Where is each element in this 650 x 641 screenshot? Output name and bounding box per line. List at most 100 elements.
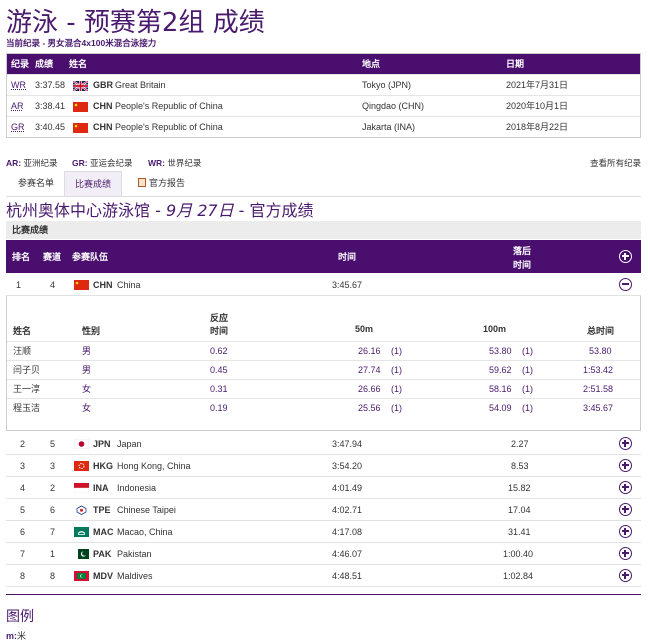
page-subtitle: 当前纪录 - 男女混合4x100米混合泳接力 [6,38,157,48]
result-behind: 31.41 [508,527,531,537]
result-noc: MAC [93,527,114,537]
swimmer-reaction: 0.62 [210,346,228,356]
record-date: 2018年8月22日 [506,122,569,132]
swimmer-reaction: 0.19 [210,403,228,413]
swimmer-name: 程玉洁 [13,403,41,413]
result-row[interactable]: 4 2 INA Indonesia 4:01.49 15.82 [6,477,641,499]
result-time: 4:01.49 [332,483,363,493]
record-code[interactable]: WR [11,75,26,96]
col-time: 时间 [338,252,357,262]
swimmer-total: 53.80 [589,346,612,356]
legend-item-m: m:米 [6,629,26,641]
abbr-wr: WR: 世界纪录 [148,157,201,169]
expand-icon[interactable] [619,481,632,494]
record-row: AR 3:38.41 CHN People's Republic of Chin… [7,95,640,116]
abbr-wr-text: 世界纪录 [167,158,202,168]
expand-icon[interactable] [619,569,632,582]
records-col-time: 成绩 [35,59,54,69]
result-lane: 3 [50,461,56,471]
result-rank: 8 [20,571,26,581]
result-rank: 6 [20,527,26,537]
abbr-wr-code: WR: [148,158,165,168]
venue-name: 杭州奥体中心游泳馆 - [6,201,166,220]
detail-col-100m: 100m [483,324,507,334]
result-time: 3:47.94 [332,439,363,449]
record-row: WR 3:37.58 GBR Great Britain Tokyo (JPN)… [7,74,640,95]
tab-official-report-label: 官方报告 [149,178,186,188]
expand-icon[interactable] [619,437,632,450]
results-bottom-divider [6,594,641,595]
expand-icon[interactable] [619,547,632,560]
swimmer-row: 王一淳 女 0.31 26.66 (1) 58.16 (1) 2:51.58 [7,379,640,398]
detail-col-50m: 50m [355,324,374,334]
record-code[interactable]: GR [11,117,25,138]
result-time: 3:54.20 [332,461,363,471]
records-col-place: 地点 [362,59,381,69]
result-row[interactable]: 3 3 HKG Hong Kong, China 3:54.20 8.53 [6,455,641,477]
result-noc: CHN [93,280,113,290]
abbr-ar-code: AR: [6,158,22,168]
abbr-ar-text: 亚洲纪录 [23,158,58,168]
flag-gbr-icon [72,75,89,96]
records-header: 纪录 成绩 姓名 地点 日期 [7,54,640,74]
result-rank: 1 [16,280,22,290]
result-team: Maldives [117,571,153,581]
result-behind: 1:00.40 [503,549,534,559]
tab-official-report[interactable]: 官方报告 [128,171,195,196]
record-team: People's Republic of China [115,101,223,111]
page-title: 游泳 - 预赛第2组 成绩 [6,8,265,38]
swimmer-100m: 59.62 [489,365,512,375]
swimmer-reaction: 0.45 [210,365,228,375]
flag-hkg-icon [74,461,89,471]
result-time: 4:17.08 [332,527,363,537]
result-lane: 5 [50,439,56,449]
collapse-icon[interactable] [619,278,632,291]
flag-mac-icon [74,527,89,537]
col-team: 参赛队伍 [72,252,109,262]
record-noc: CHN [93,122,113,132]
swimmer-50m: 26.16 [358,346,381,356]
flag-jpn-icon [74,439,89,449]
expand-icon[interactable] [619,459,632,472]
result-row[interactable]: 7 1 PAK Pakistan 4:46.07 1:00.40 [6,543,641,565]
swimmer-50m-rank: (1) [391,346,402,356]
result-noc: MDV [93,571,113,581]
record-place: Jakarta (INA) [362,122,416,132]
tab-results[interactable]: 比赛成绩 [64,171,123,196]
expand-icon[interactable] [619,525,632,538]
view-all-records-link[interactable]: 查看所有纪录 [590,157,641,169]
detail-col-gender: 性别 [82,326,101,336]
result-team: Chinese Taipei [117,505,176,515]
result-row[interactable]: 8 8 MDV Maldives 4:48.51 1:02.84 [6,565,641,587]
expand-icon[interactable] [619,503,632,516]
result-team: China [117,280,141,290]
swimmer-50m-rank: (1) [391,384,402,394]
result-row[interactable]: 5 6 TPE Chinese Taipei 4:02.71 17.04 [6,499,641,521]
record-row: GR 3:40.45 CHN People's Republic of Chin… [7,116,640,137]
venue-title: 杭州奥体中心游泳馆 - 9月 27日 - 官方成绩 [6,197,314,221]
swimmer-100m-rank: (1) [522,384,533,394]
result-time: 4:46.07 [332,549,363,559]
tab-entry-list[interactable]: 参赛名单 [8,171,64,196]
result-row[interactable]: 1 4 CHN China 3:45.67 [6,274,641,296]
record-noc: GBR [93,80,113,90]
result-rank: 4 [20,483,26,493]
record-time: 3:37.58 [35,80,66,90]
legend-title: 图例 [6,609,34,625]
swimmer-total: 1:53.42 [583,365,614,375]
expand-all-icon[interactable] [619,250,632,263]
result-row[interactable]: 2 5 JPN Japan 3:47.94 2.27 [6,433,641,455]
col-behind-1: 落后 [513,246,532,256]
result-noc: INA [93,483,109,493]
result-row[interactable]: 6 7 MAC Macao, China 4:17.08 31.41 [6,521,641,543]
record-team: People's Republic of China [115,122,223,132]
swimmer-100m: 53.80 [489,346,512,356]
swimmer-50m-rank: (1) [391,365,402,375]
record-code[interactable]: AR [11,96,24,117]
result-lane: 2 [50,483,56,493]
record-time: 3:38.41 [35,101,66,111]
result-behind: 8.53 [511,461,529,471]
venue-suffix: - 官方成绩 [233,201,314,220]
abbr-ar: AR: 亚洲纪录 [6,157,58,169]
flag-chn-icon [74,280,89,290]
